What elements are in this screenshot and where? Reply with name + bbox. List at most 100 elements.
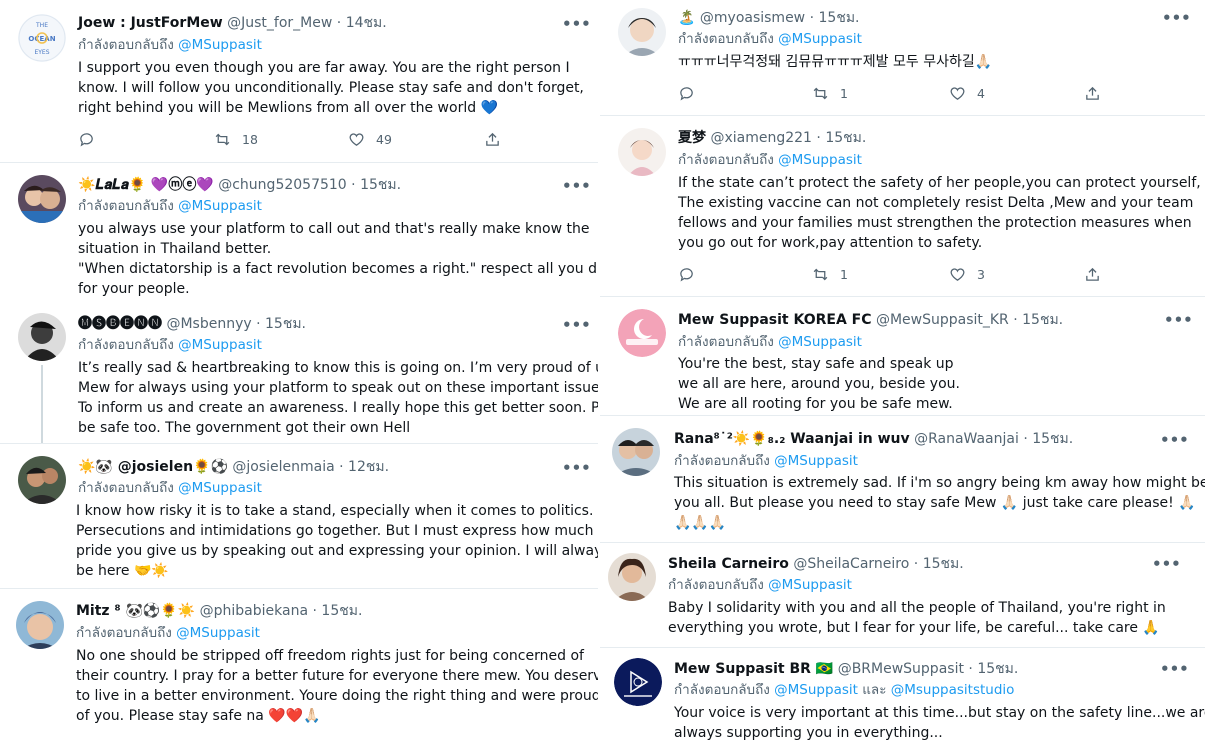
mention-link[interactable]: @MSuppasit [778,334,862,350]
reply-prefix: กำลังตอบกลับถึง [678,152,774,168]
retweet-button[interactable]: 18 [214,129,258,149]
reply-button[interactable] [78,129,106,149]
avatar[interactable] [612,428,660,476]
user-handle[interactable]: @myoasismew [700,10,805,26]
mention-link[interactable]: @Msuppasitstudio [891,682,1015,698]
display-name[interactable]: ☀️🐼 @josielen🌻⚽ [78,459,228,475]
like-count: 3 [977,266,985,282]
tweet-card[interactable]: THE OCEAN EYES Joew : JustForMew @Just_f… [0,0,598,162]
retweet-button[interactable]: 1 [812,264,848,284]
avatar[interactable] [618,128,666,176]
more-options-icon[interactable]: ••• [562,17,591,32]
user-handle[interactable]: @Msbennyy [166,316,251,332]
display-name[interactable]: Mew Suppasit BR 🇧🇷 [674,661,833,677]
reply-prefix: กำลังตอบกลับถึง [674,453,770,469]
display-name[interactable]: 夏梦 [678,130,706,146]
more-options-icon[interactable]: ••• [562,179,591,194]
user-handle[interactable]: @SheilaCarneiro [793,556,909,572]
tweet-card[interactable]: Rana⁸˙²☀️🌻₈.₂ Waanjai in wuv @RanaWaanja… [600,416,1205,542]
user-handle[interactable]: @phibabiekana [200,603,308,619]
reply-button[interactable] [678,83,706,103]
display-name[interactable]: Mew Suppasit KOREA FC [678,312,871,328]
avatar[interactable] [618,8,666,56]
timestamp[interactable]: 14ชม. [346,15,387,31]
more-options-icon[interactable]: ••• [1160,662,1189,677]
timestamp[interactable]: 15ชม. [321,603,362,619]
user-handle[interactable]: @chung52057510 [218,177,346,193]
timestamp[interactable]: 15ชม. [977,661,1018,677]
like-button[interactable]: 49 [348,129,392,149]
tweet-card[interactable]: Mitz ⁸ 🐼⚽🌻☀️ @phibabiekana · 15ชม. กำลัง… [0,589,598,754]
user-handle[interactable]: @josielenmaia [232,459,334,475]
mention-link[interactable]: @MSuppasit [178,337,262,353]
more-options-icon[interactable]: ••• [1164,313,1193,328]
share-button[interactable] [1084,264,1101,284]
tweet-text-line: right behind you will be Mewlions from a… [78,100,498,116]
timestamp[interactable]: 15ชม. [1032,431,1073,447]
mention-link[interactable]: @MSuppasit [176,625,260,641]
like-button[interactable]: 4 [949,83,985,103]
tweet-card[interactable]: Mew Suppasit KOREA FC @MewSuppasit_KR · … [600,297,1205,415]
like-button[interactable]: 3 [949,264,985,284]
reply-context: กำลังตอบกลับถึง @MSuppasit [78,336,262,355]
more-options-icon[interactable]: ••• [562,461,591,476]
display-name[interactable]: 🏝️ [678,10,695,26]
avatar[interactable] [614,658,662,706]
display-name[interactable]: Rana⁸˙²☀️🌻₈.₂ Waanjai in wuv [674,431,910,447]
retweet-button[interactable]: 1 [812,83,848,103]
tweet-card[interactable]: 🏝️ @myoasismew · 15ชม. ••• กำลังตอบกลับถ… [600,0,1205,115]
tweet-text-line: No one should be stripped off freedom ri… [76,648,584,664]
timestamp[interactable]: 15ชม. [923,556,964,572]
avatar[interactable]: THE OCEAN EYES [18,14,66,62]
share-button[interactable] [1084,83,1101,103]
tweet-text: you always use your platform to call out… [78,219,598,299]
tweet-text: I support you even though you are far aw… [78,58,584,118]
tweet-card[interactable]: 夏梦 @xiameng221 · 15ชม. กำลังตอบกลับถึง @… [600,116,1205,296]
mention-link[interactable]: @MSuppasit [178,480,262,496]
tweet-card[interactable]: Sheila Carneiro @SheilaCarneiro · 15ชม. … [600,543,1205,647]
avatar[interactable] [18,456,66,504]
tweet-text-line: 🙏🏻🙏🏻🙏🏻 [674,515,727,531]
reply-button[interactable] [678,264,706,284]
user-handle[interactable]: @RanaWaanjai [914,431,1019,447]
avatar[interactable] [618,309,666,357]
timestamp[interactable]: 15ชม. [1022,312,1063,328]
avatar[interactable] [16,601,64,649]
mention-link[interactable]: @MSuppasit [774,682,858,698]
avatar[interactable] [18,313,66,361]
timestamp[interactable]: 15ชม. [825,130,866,146]
reply-prefix: กำลังตอบกลับถึง [678,334,774,350]
display-name[interactable]: Mitz ⁸ 🐼⚽🌻☀️ [76,603,195,619]
mention-link[interactable]: @MSuppasit [774,453,858,469]
mention-link[interactable]: @MSuppasit [768,577,852,593]
mention-link[interactable]: @MSuppasit [778,152,862,168]
timestamp[interactable]: 12ชม. [348,459,389,475]
avatar[interactable] [608,553,656,601]
tweet-card[interactable]: ☀️𝑳𝒂𝑳𝒂🌻 💜ⓜⓔ💜 @chung52057510 · 15ชม. ••• … [0,163,598,303]
tweet-card[interactable]: Mew Suppasit BR 🇧🇷 @BRMewSuppasit · 15ชม… [600,648,1205,754]
timestamp[interactable]: 15ชม. [360,177,401,193]
timestamp[interactable]: 15ชม. [819,10,860,26]
reply-icon [80,132,93,147]
tweet-card[interactable]: ☀️🐼 @josielen🌻⚽ @josielenmaia · 12ชม. ••… [0,444,598,588]
more-options-icon[interactable]: ••• [1152,557,1181,572]
timestamp[interactable]: 15ชม. [265,316,306,332]
mention-link[interactable]: @MSuppasit [778,31,862,47]
tweet-card[interactable]: 🅜🅢🅑🅔🅝🅝 @Msbennyy · 15ชม. ••• กำลังตอบกลั… [0,303,598,443]
user-handle[interactable]: @xiameng221 [710,130,812,146]
user-handle[interactable]: @BRMewSuppasit [838,661,964,677]
user-handle[interactable]: @MewSuppasit_KR [876,312,1009,328]
more-options-icon[interactable]: ••• [562,318,591,333]
mention-link[interactable]: @MSuppasit [178,37,262,53]
display-name[interactable]: ☀️𝑳𝒂𝑳𝒂🌻 💜ⓜⓔ💜 [78,177,214,193]
more-options-icon[interactable]: ••• [1160,433,1189,448]
avatar[interactable] [18,175,66,223]
display-name[interactable]: 🅜🅢🅑🅔🅝🅝 [78,316,162,332]
more-options-icon[interactable]: ••• [1162,11,1191,26]
display-name[interactable]: Joew : JustForMew [78,15,223,31]
mention-link[interactable]: @MSuppasit [178,198,262,214]
user-handle[interactable]: @Just_for_Mew [227,15,332,31]
share-button[interactable] [484,129,501,149]
logo-text-line: THE [35,22,48,29]
display-name[interactable]: Sheila Carneiro [668,556,789,572]
